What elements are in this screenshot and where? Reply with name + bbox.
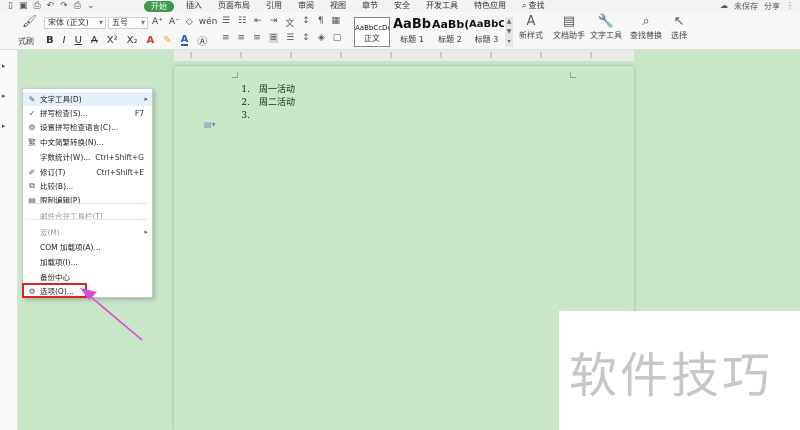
watermark: 软件技巧	[559, 311, 800, 430]
watermark-text: 软件技巧	[569, 348, 774, 404]
